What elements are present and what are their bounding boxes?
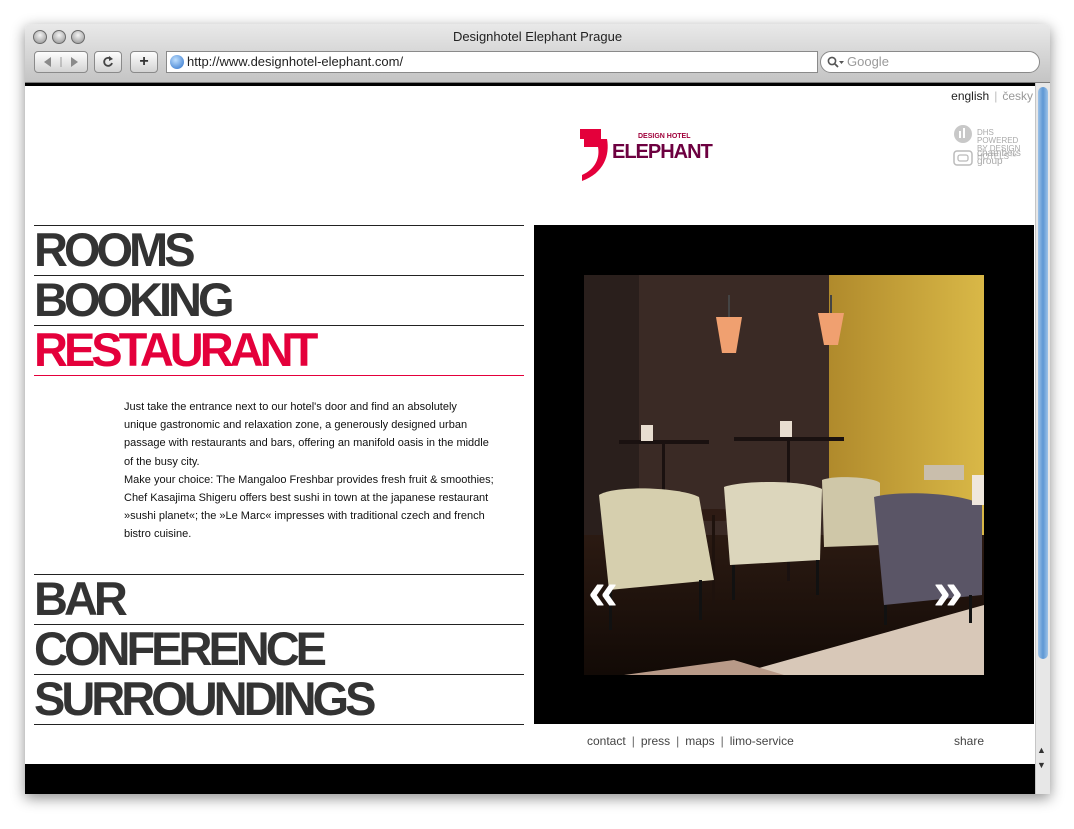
text-line: unique gastronomic and relaxation zone, … xyxy=(124,419,468,432)
text-line: Make your choice: The Mangaloo Freshbar … xyxy=(124,473,494,486)
footer-separator: | xyxy=(631,734,635,748)
chambers-group-badge[interactable]: chambers group xyxy=(953,148,1027,167)
back-forward-buttons[interactable] xyxy=(34,51,88,73)
gallery-frame: « » xyxy=(534,225,1034,724)
footer-press-link[interactable]: press xyxy=(641,734,670,748)
window-title: Designhotel Elephant Prague xyxy=(452,29,623,44)
add-bookmark-button[interactable]: + xyxy=(130,51,158,73)
restaurant-photo xyxy=(584,275,984,675)
design-hotels-icon xyxy=(954,125,972,143)
reload-button[interactable] xyxy=(94,51,122,73)
search-icon xyxy=(827,56,844,68)
chambers-group-text: chambers group xyxy=(977,148,1021,167)
main-nav-top: ROOMS BOOKING RESTAURANT xyxy=(34,225,524,376)
lang-english-link[interactable]: english xyxy=(951,89,989,103)
browser-window: Designhotel Elephant Prague + http://www… xyxy=(25,24,1050,794)
footer-contact-link[interactable]: contact xyxy=(587,734,626,748)
nav-rooms[interactable]: ROOMS xyxy=(34,225,524,275)
restaurant-description: Just take the entrance next to our hotel… xyxy=(124,398,524,544)
text-line: Just take the entrance next to our hotel… xyxy=(124,401,457,413)
text-line: »sushi planet«; the »Le Marc« impresses … xyxy=(124,510,485,523)
scrollbar-thumb[interactable] xyxy=(1038,87,1048,659)
globe-icon xyxy=(170,55,184,69)
bottom-black-bar xyxy=(25,764,1035,794)
top-black-bar xyxy=(25,83,1035,86)
lang-separator: | xyxy=(994,89,998,103)
scroll-up-arrow-icon[interactable]: ▲ xyxy=(1037,745,1046,755)
back-forward-arrows-icon xyxy=(44,57,78,67)
text-line: bistro cuisine. xyxy=(124,528,192,541)
search-placeholder: Google xyxy=(847,54,889,69)
text-line: of the busy city. xyxy=(124,455,200,468)
plus-icon: + xyxy=(139,53,149,70)
nav-restaurant[interactable]: RESTAURANT xyxy=(34,325,524,376)
nav-surroundings[interactable]: SURROUNDINGS xyxy=(34,674,524,725)
text-line: passage with restaurants and bars, offer… xyxy=(124,437,489,450)
footer-separator: | xyxy=(720,734,724,748)
language-switcher: english | česky xyxy=(951,89,1033,103)
footer-separator: | xyxy=(676,734,680,748)
elephant-logo-icon: DESIGN HOTEL ELEPHANT xyxy=(580,129,714,181)
nav-booking[interactable]: BOOKING xyxy=(34,275,524,325)
text-line: Chef Kasajima Shigeru offers best sushi … xyxy=(124,492,489,505)
title-bar: Designhotel Elephant Prague + http://www… xyxy=(25,24,1050,83)
nav-bar[interactable]: BAR xyxy=(34,574,524,624)
footer-links: contact | press | maps | limo-service xyxy=(587,734,794,748)
share-link[interactable]: share xyxy=(954,734,984,748)
restaurant-interior-image xyxy=(584,275,984,675)
search-field[interactable]: Google xyxy=(820,51,1040,73)
scroll-down-arrow-icon[interactable]: ▼ xyxy=(1037,760,1046,770)
main-nav-bottom: BAR CONFERENCE SURROUNDINGS xyxy=(34,574,524,725)
logo-small-text: DESIGN HOTEL xyxy=(638,133,691,140)
gallery-prev-button[interactable]: « xyxy=(588,564,618,618)
footer-maps-link[interactable]: maps xyxy=(685,734,714,748)
page-content: english | česky DESIGN HOTEL ELEPHANT DHS … xyxy=(25,83,1035,794)
lang-czech-link[interactable]: česky xyxy=(1002,89,1033,103)
footer-limo-link[interactable]: limo-service xyxy=(730,734,794,748)
address-bar[interactable]: http://www.designhotel-elephant.com/ ⌃ xyxy=(166,51,826,73)
reload-icon xyxy=(103,56,113,67)
nav-conference[interactable]: CONFERENCE xyxy=(34,624,524,674)
url-text: http://www.designhotel-elephant.com/ xyxy=(187,54,404,69)
chambers-group-icon xyxy=(953,150,973,166)
gallery-next-button[interactable]: » xyxy=(933,564,963,618)
logo-main-text: ELEPHANT xyxy=(612,141,713,163)
vertical-scrollbar[interactable]: ▲ ▼ xyxy=(1035,83,1050,794)
hotel-logo[interactable]: DESIGN HOTEL ELEPHANT xyxy=(580,125,750,192)
